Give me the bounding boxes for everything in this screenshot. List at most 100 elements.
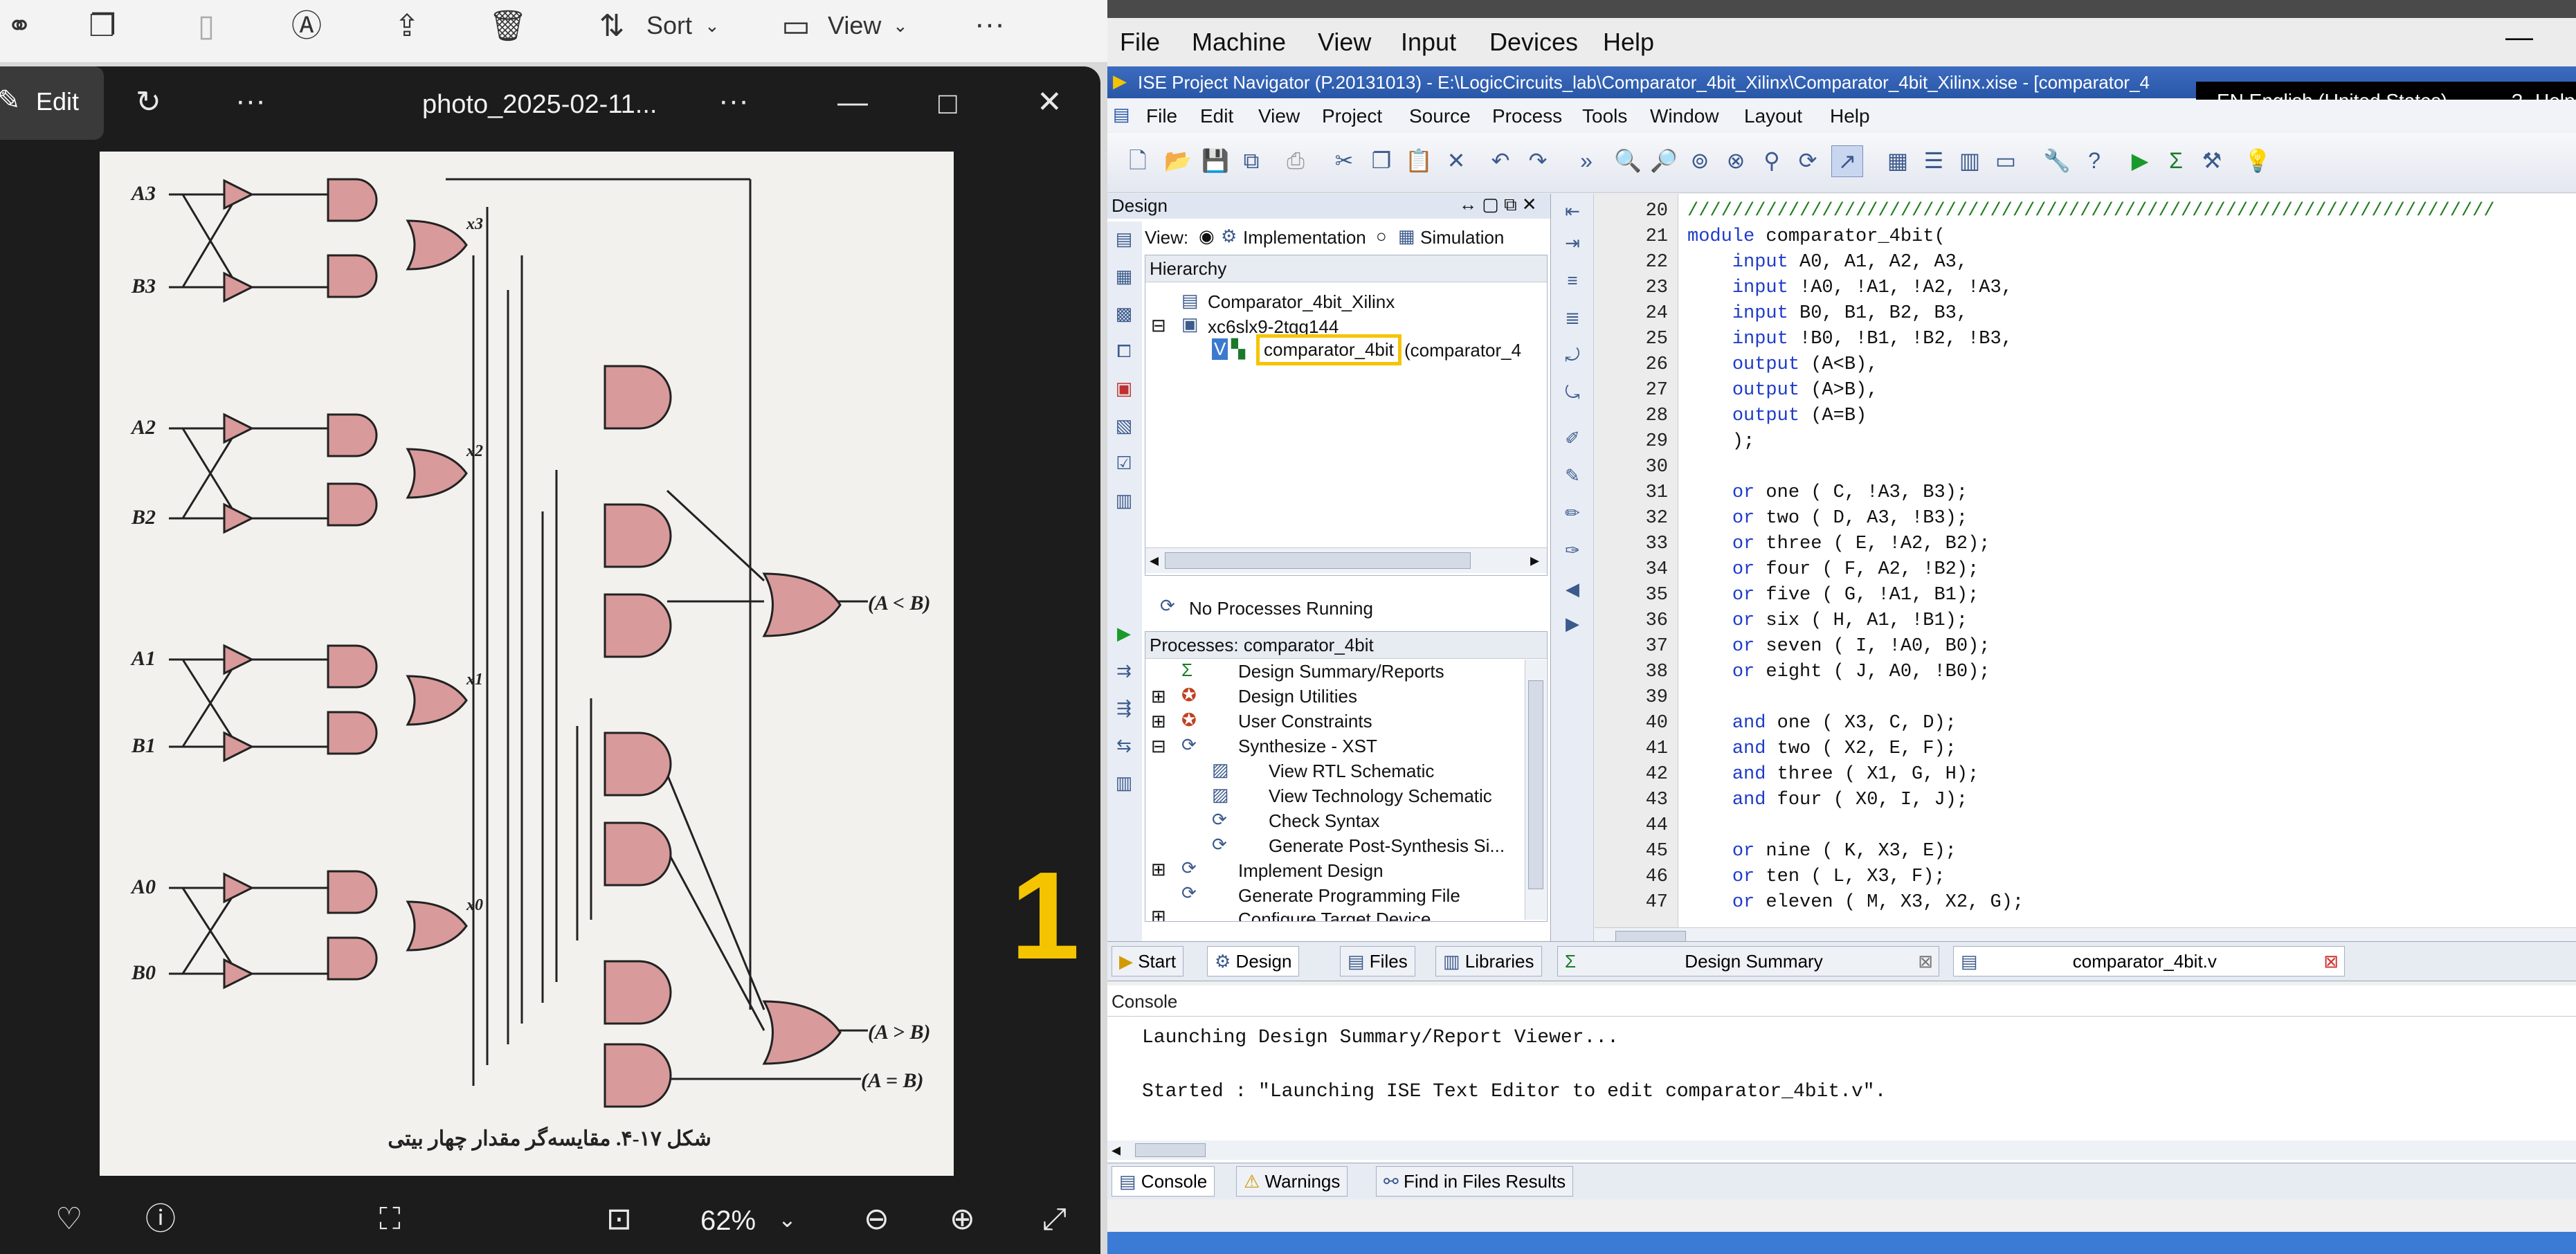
minimize-icon[interactable]: — [837,82,868,123]
run-icon[interactable]: ▶ [2125,145,2155,176]
print-icon[interactable]: ⎙ [1280,145,1311,176]
implementation-radio[interactable]: ◉ [1199,226,1215,247]
tab-find-results[interactable]: ⚯ Find in Files Results [1376,1166,1574,1197]
open-icon[interactable]: 📂 [1163,145,1193,176]
horizontal-scrollbar[interactable]: ◂ ▸ [1145,547,1547,573]
run-process-icon[interactable]: ▶ [1113,623,1135,645]
ise-menu-process[interactable]: Process [1492,105,1562,127]
check-icon[interactable]: ☑ [1113,453,1135,475]
ise-menu-file[interactable]: File [1146,105,1177,127]
process-item[interactable]: Configure Target Device [1238,909,1431,921]
copy-icon[interactable]: ❐ [83,7,122,46]
help-query-icon[interactable]: ? [2079,145,2110,176]
tab-warnings[interactable]: ⚠ Warnings [1236,1166,1348,1197]
tree-item-module[interactable]: comparator_4bit [1256,334,1402,365]
process-item[interactable]: Check Syntax [1269,810,1379,832]
tree-icon[interactable]: ⧠ [1113,340,1135,363]
redo-icon[interactable]: ↷ [1523,145,1553,176]
tab-console[interactable]: ▤ Console [1112,1166,1215,1197]
back-icon[interactable]: ◀ [1561,579,1584,601]
panel-dock-icons[interactable]: ↔ ▢ ⧉ ✕ [1459,194,1537,216]
collapse-icon[interactable]: ⊟ [1151,736,1166,757]
cut-icon[interactable]: ✂ [1329,145,1359,176]
rerun-all-icon[interactable]: ⇶ [1113,698,1135,720]
implementation-label[interactable]: Implementation [1243,227,1366,248]
copy-icon[interactable]: ❐ [1366,145,1397,176]
tab-libraries[interactable]: ▥ Libraries [1435,946,1542,976]
zoom-fit-icon[interactable]: ⊚ [1685,145,1715,176]
share-icon[interactable]: ⇪ [388,7,426,46]
more-options-button[interactable]: ··· [718,80,749,122]
hierarchy-tool-icon[interactable]: ▤ [1113,228,1135,251]
delete-icon[interactable]: ✕ [1441,145,1471,176]
process-item[interactable]: View RTL Schematic [1269,761,1434,782]
heart-icon[interactable]: ♡ [55,1199,82,1240]
ise-menu-help[interactable]: Help [1830,105,1870,127]
pen-icon[interactable]: ✐ [1561,428,1584,450]
stop-icon[interactable]: ⇆ [1113,735,1135,757]
scroll-left-icon[interactable]: ◂ [1150,549,1159,571]
code-editor[interactable]: 20 //////////////////////////////////////… [1595,194,2576,948]
bookmark-next-icon[interactable]: ⤿ [1561,382,1584,404]
view-icon[interactable]: ▭ [777,7,815,46]
layout-icon[interactable]: ▦ [1883,145,1913,176]
properties-icon[interactable]: ▧ [1113,415,1135,437]
process-item[interactable]: Design Summary/Reports [1238,661,1444,682]
minimize-icon[interactable]: — [2505,22,2533,53]
more-tools-icon[interactable]: » [1571,145,1602,176]
tab-source-file[interactable]: ▤ comparator_4bit.v ⊠ [1953,946,2345,976]
process-props-icon[interactable]: ▥ [1113,772,1135,794]
scroll-right-icon[interactable]: ▸ [1530,549,1539,571]
paste-icon[interactable]: ▯ [187,7,226,46]
simulation-label[interactable]: Simulation [1420,227,1504,248]
vm-menu-help[interactable]: Help [1603,28,1654,57]
ise-menu-tools[interactable]: Tools [1582,105,1627,127]
close-icon[interactable]: ✕ [1037,82,1062,123]
console-scrollbar[interactable]: ◂ [1107,1139,2576,1161]
save-icon[interactable]: 💾 [1200,145,1231,176]
more-options-button[interactable]: ··· [235,80,266,122]
tab-files[interactable]: ▤ Files [1340,946,1415,976]
format-icon[interactable]: ✑ [1561,540,1584,562]
expand-icon[interactable]: ⊞ [1151,906,1166,921]
view-button[interactable]: View [828,11,881,40]
sigma-icon[interactable]: Σ [2161,145,2191,176]
wrench-icon[interactable]: 🔧 [2042,145,2072,176]
vm-menu-machine[interactable]: Machine [1192,28,1286,57]
forward-icon[interactable]: ▶ [1561,613,1584,635]
maximize-icon[interactable]: □ [938,83,957,125]
ise-menu-edit[interactable]: Edit [1200,105,1233,127]
tree-item-project[interactable]: Comparator_4bit_Xilinx [1208,291,1395,313]
delete-icon[interactable]: 🗑 [489,7,527,46]
ise-menu-project[interactable]: Project [1322,105,1382,127]
lightbulb-icon[interactable]: 💡 [2242,145,2273,176]
insert-icon[interactable]: ✏ [1561,502,1584,525]
vm-menu-input[interactable]: Input [1401,28,1456,57]
zoom-in-icon[interactable]: ⊕ [950,1199,975,1240]
new-icon[interactable]: 🗋 [1123,145,1153,176]
more-options-button[interactable]: ··· [974,7,1005,42]
process-item[interactable]: Synthesize - XST [1238,736,1377,757]
scroll-left-icon[interactable]: ◂ [1112,1139,1121,1161]
scroll-thumb[interactable] [1165,552,1471,569]
rotate-icon[interactable]: ↻ [136,82,161,123]
rename-icon[interactable]: Ⓐ [287,7,326,46]
hammer-icon[interactable]: ⚒ [2197,145,2227,176]
camera-icon[interactable]: ⊡ [606,1199,632,1240]
add-source-icon[interactable]: ▦ [1113,266,1135,288]
vm-menu-view[interactable]: View [1318,28,1371,57]
zoom-select-icon[interactable]: ⊗ [1721,145,1751,176]
tab-design-summary[interactable]: Σ Design Summary ⊠ [1557,946,1939,976]
undo-icon[interactable]: ↶ [1485,145,1516,176]
ise-menu-window[interactable]: Window [1650,105,1719,127]
chevron-down-icon[interactable]: ⌄ [778,1199,797,1240]
process-item[interactable]: Generate Post-Synthesis Si... [1269,835,1505,857]
zoom-in-icon[interactable]: 🔍 [1613,145,1643,176]
simulation-radio[interactable]: ○ [1376,226,1387,247]
tab-design[interactable]: ⚙ Design [1207,946,1300,976]
close-icon[interactable]: ⊠ [2323,947,2339,976]
paste-icon[interactable]: 📋 [1404,145,1434,176]
close-icon[interactable]: ⊠ [1918,947,1933,976]
scroll-thumb[interactable] [1528,680,1543,889]
find-icon[interactable]: ⚲ [1757,145,1787,176]
